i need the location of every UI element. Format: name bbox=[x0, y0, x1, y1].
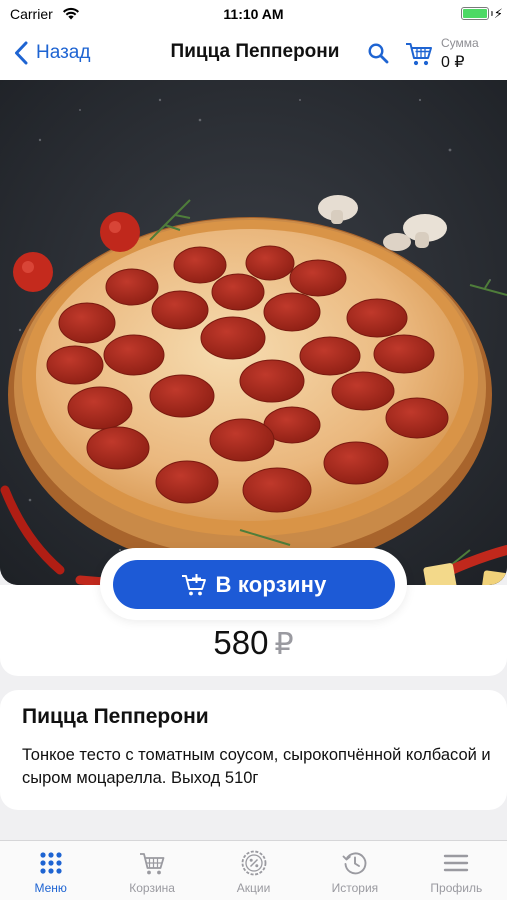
battery-icon bbox=[461, 7, 489, 20]
price: 580 ₽ bbox=[0, 624, 507, 662]
currency-symbol: ₽ bbox=[274, 628, 294, 661]
tab-history[interactable]: История bbox=[304, 841, 405, 900]
percent-badge-icon bbox=[241, 850, 266, 876]
page-title: Пицца Пепперони bbox=[170, 41, 340, 62]
product-description: Тонкое тесто с томатным соусом, сырокопч… bbox=[22, 746, 491, 787]
search-icon[interactable] bbox=[367, 42, 389, 64]
add-to-cart-button[interactable]: В корзину bbox=[113, 560, 395, 609]
cart-icon[interactable] bbox=[405, 41, 433, 67]
tab-menu-label: Меню bbox=[34, 881, 67, 895]
price-value: 580 bbox=[213, 624, 269, 661]
grid-icon bbox=[40, 852, 62, 874]
cart-sum[interactable]: Сумма 0 ₽ bbox=[441, 36, 479, 72]
clock: 11:10 AM bbox=[223, 6, 284, 22]
tab-menu[interactable]: Меню bbox=[0, 841, 101, 900]
add-to-cart-label: В корзину bbox=[215, 571, 327, 597]
tab-promotions-label: Акции bbox=[236, 881, 271, 895]
charging-icon: ⚡ bbox=[493, 6, 503, 21]
chevron-left-icon bbox=[15, 41, 28, 65]
tab-profile-label: Профиль bbox=[430, 881, 483, 895]
history-icon bbox=[342, 852, 367, 875]
tab-cart[interactable]: Корзина bbox=[101, 841, 202, 900]
tab-promotions[interactable]: Акции bbox=[203, 841, 304, 900]
cart-icon bbox=[140, 853, 165, 875]
tab-cart-label: Корзина bbox=[129, 881, 175, 895]
product-photo bbox=[0, 80, 507, 585]
cart-plus-icon bbox=[182, 573, 207, 595]
sum-value: 0 ₽ bbox=[441, 54, 465, 71]
sum-label: Сумма bbox=[441, 36, 479, 50]
tab-profile[interactable]: Профиль bbox=[406, 841, 507, 900]
back-button[interactable]: Назад bbox=[14, 38, 90, 68]
description-card: Пицца Пепперони Тонкое тесто с томатным … bbox=[0, 690, 507, 810]
tab-history-label: История bbox=[331, 881, 379, 895]
battery-cap bbox=[491, 11, 493, 16]
pizza-image bbox=[0, 80, 507, 585]
menu-lines-icon bbox=[444, 854, 469, 872]
back-label: Назад bbox=[36, 42, 91, 63]
status-bar: Carrier 11:10 AM ⚡ bbox=[0, 0, 507, 28]
navigation-bar: Назад Пицца Пепперони Сумма 0 ₽ bbox=[0, 28, 507, 80]
tab-bar: Меню Корзина Акции История Профиль bbox=[0, 840, 507, 900]
product-name: Пицца Пепперони bbox=[22, 705, 209, 728]
